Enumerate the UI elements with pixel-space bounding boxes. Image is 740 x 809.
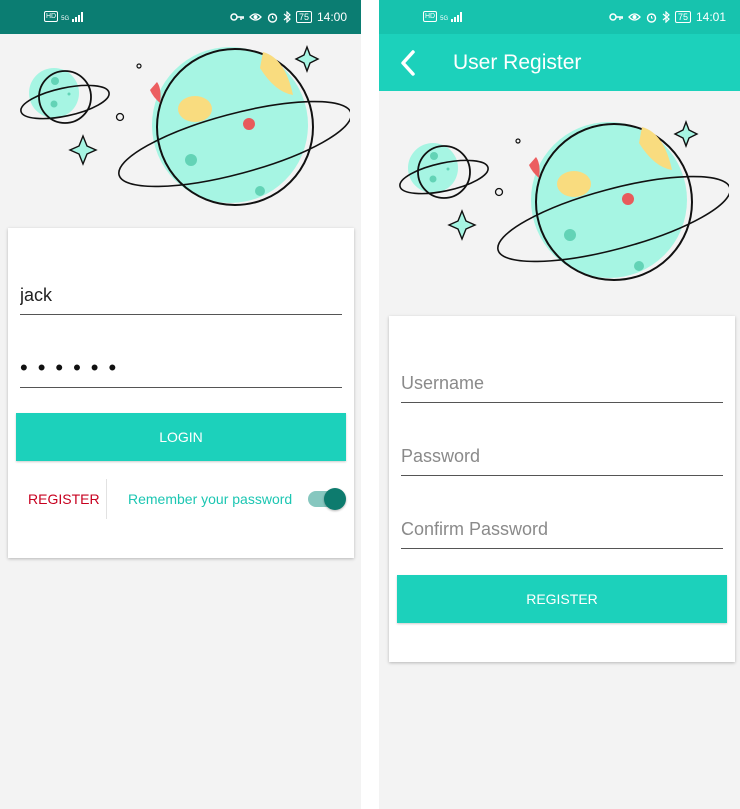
vertical-divider (106, 479, 107, 519)
password-field[interactable] (401, 441, 723, 476)
confirm-password-input[interactable] (401, 514, 723, 544)
confirm-password-field[interactable] (401, 514, 723, 549)
login-button[interactable]: LOGIN (16, 413, 346, 461)
toggle-knob (324, 488, 346, 510)
planet-illustration (20, 45, 350, 206)
clock: 14:00 (316, 10, 347, 24)
network-type: 5G (440, 16, 449, 22)
status-icons: 75 14:00 (230, 10, 347, 24)
alarm-icon (267, 12, 278, 23)
login-screen: HD 5G 75 14:00 jack •••••• LOGIN REGISTE… (0, 0, 361, 809)
register-card: REGISTER (389, 316, 735, 662)
battery-icon: 75 (295, 11, 312, 23)
signal-icon (72, 12, 84, 22)
hd-badge: HD (44, 11, 59, 22)
key-icon (609, 13, 623, 21)
status-bar: HD 5G 75 14:01 (379, 0, 740, 34)
battery-icon: 75 (674, 11, 691, 23)
status-icons: 75 14:01 (609, 10, 726, 24)
password-input[interactable]: •••••• (20, 355, 126, 380)
alarm-icon (646, 12, 657, 23)
page-title: User Register (453, 51, 582, 74)
status-network: HD 5G (423, 11, 463, 22)
username-field[interactable] (20, 280, 342, 315)
eye-icon (628, 13, 641, 21)
status-network: HD 5G (44, 11, 84, 22)
password-field[interactable]: •••••• (20, 353, 342, 388)
app-bar: User Register (379, 34, 740, 91)
register-screen: HD 5G 75 14:01 User Register Username RE… (379, 0, 740, 809)
planet-illustration (399, 120, 729, 281)
status-bar: HD 5G 75 14:00 (0, 0, 361, 34)
username-input[interactable] (401, 368, 723, 398)
username-input[interactable] (20, 280, 342, 310)
key-icon (230, 13, 244, 21)
eye-icon (249, 13, 262, 21)
login-card: •••••• LOGIN REGISTER Remember your pass… (8, 228, 354, 558)
register-button[interactable]: REGISTER (397, 575, 727, 623)
username-field[interactable] (401, 368, 723, 403)
bluetooth-icon (662, 11, 670, 23)
remember-password-label: Remember your password (128, 491, 293, 507)
remember-password-toggle[interactable] (308, 488, 346, 510)
register-link[interactable]: REGISTER (28, 491, 100, 507)
hd-badge: HD (423, 11, 438, 22)
clock: 14:01 (695, 10, 726, 24)
chevron-left-icon[interactable] (393, 47, 425, 79)
password-input[interactable] (401, 441, 723, 471)
signal-icon (451, 12, 463, 22)
bluetooth-icon (283, 11, 291, 23)
network-type: 5G (61, 16, 70, 22)
